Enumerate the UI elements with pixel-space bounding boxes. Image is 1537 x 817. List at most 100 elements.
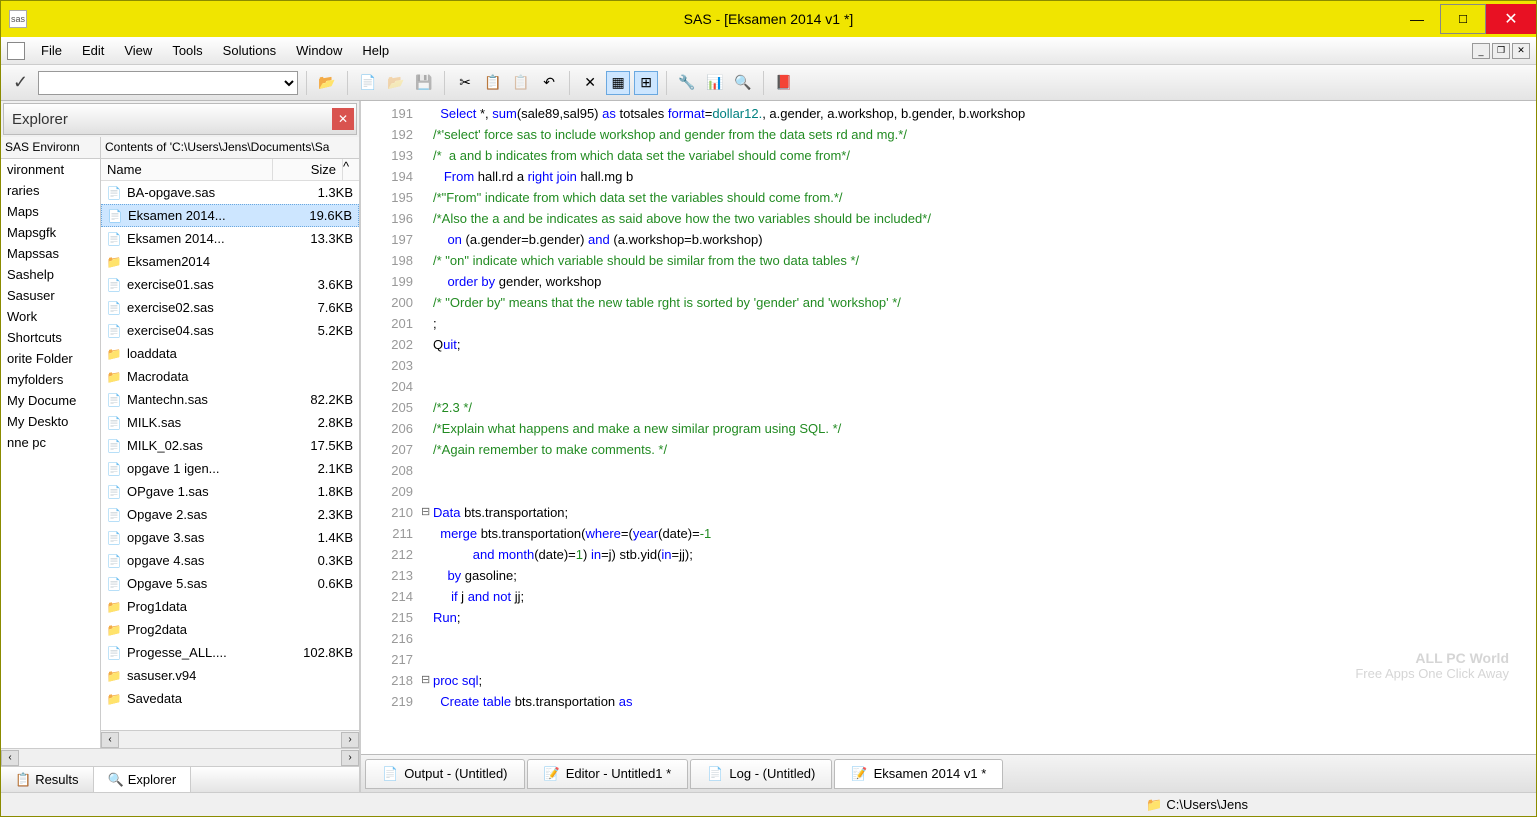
code-line[interactable]: 218⊟proc sql; xyxy=(361,670,1536,691)
scroll-left-icon[interactable]: ‹ xyxy=(101,732,119,748)
file-row[interactable]: 📄Eksamen 2014...13.3KB xyxy=(101,227,359,250)
command-combo[interactable] xyxy=(38,71,298,95)
fold-icon[interactable]: ⊟ xyxy=(421,670,433,691)
env-item[interactable]: orite Folder xyxy=(1,348,100,369)
code-line[interactable]: 197 on (a.gender=b.gender) and (a.worksh… xyxy=(361,229,1536,250)
check-icon[interactable]: ✓ xyxy=(7,72,34,93)
file-row[interactable]: 📄Opgave 2.sas2.3KB xyxy=(101,503,359,526)
file-row[interactable]: 📁Prog1data xyxy=(101,595,359,618)
up-folder-icon[interactable]: 📂 xyxy=(315,71,339,95)
env-item[interactable]: raries xyxy=(1,180,100,201)
file-row[interactable]: 📄opgave 4.sas0.3KB xyxy=(101,549,359,572)
editor-tab[interactable]: 📄Log - (Untitled) xyxy=(690,759,832,789)
copy-icon[interactable]: 📋 xyxy=(481,71,505,95)
tree-view-icon[interactable]: ⊞ xyxy=(634,71,658,95)
files-list[interactable]: 📄BA-opgave.sas1.3KB📄Eksamen 2014...19.6K… xyxy=(101,181,359,730)
file-row[interactable]: 📄Eksamen 2014...19.6KB xyxy=(101,204,359,227)
code-line[interactable]: 211 merge bts.transportation(where=(year… xyxy=(361,523,1536,544)
mdi-minimize-button[interactable]: _ xyxy=(1472,43,1490,59)
editor-tab[interactable]: 📄Output - (Untitled) xyxy=(365,759,525,789)
menu-view[interactable]: View xyxy=(114,39,162,62)
scroll-right-icon[interactable]: › xyxy=(341,750,359,766)
explorer-close-button[interactable]: ✕ xyxy=(332,108,354,130)
scroll-right-icon[interactable]: › xyxy=(341,732,359,748)
code-line[interactable]: 195 /*"From" indicate from which data se… xyxy=(361,187,1536,208)
clear-icon[interactable]: ✕ xyxy=(578,71,602,95)
explorer-tab-results[interactable]: 📋Results xyxy=(1,767,94,792)
file-row[interactable]: 📁Savedata xyxy=(101,687,359,710)
file-row[interactable]: 📄exercise01.sas3.6KB xyxy=(101,273,359,296)
env-item[interactable]: Mapsgfk xyxy=(1,222,100,243)
env-item[interactable]: Maps xyxy=(1,201,100,222)
col-size-header[interactable]: Size xyxy=(273,159,343,180)
env-item[interactable]: Mapssas xyxy=(1,243,100,264)
env-h-scrollbar[interactable]: ‹ › xyxy=(1,748,359,766)
file-row[interactable]: 📁Eksamen2014 xyxy=(101,250,359,273)
fold-icon[interactable]: ⊟ xyxy=(421,502,433,523)
code-line[interactable]: 199 order by gender, workshop xyxy=(361,271,1536,292)
code-line[interactable]: 217 xyxy=(361,649,1536,670)
code-line[interactable]: 202 Quit; xyxy=(361,334,1536,355)
code-line[interactable]: 205 /*2.3 */ xyxy=(361,397,1536,418)
help-icon[interactable]: 📕 xyxy=(772,71,796,95)
close-button[interactable]: ✕ xyxy=(1486,4,1536,34)
code-line[interactable]: 194 From hall.rd a right join hall.mg b xyxy=(361,166,1536,187)
cut-icon[interactable]: ✂ xyxy=(453,71,477,95)
code-line[interactable]: 214 if j and not jj; xyxy=(361,586,1536,607)
code-line[interactable]: 203 xyxy=(361,355,1536,376)
env-item[interactable]: nne pc xyxy=(1,432,100,453)
file-row[interactable]: 📁Prog2data xyxy=(101,618,359,641)
file-row[interactable]: 📄exercise02.sas7.6KB xyxy=(101,296,359,319)
minimize-button[interactable]: — xyxy=(1394,4,1440,34)
paste-icon[interactable]: 📋 xyxy=(509,71,533,95)
env-item[interactable]: My Docume xyxy=(1,390,100,411)
menu-solutions[interactable]: Solutions xyxy=(213,39,286,62)
code-line[interactable]: 196 /*Also the a and be indicates as sai… xyxy=(361,208,1536,229)
undo-icon[interactable]: ↶ xyxy=(537,71,561,95)
env-item[interactable]: Sashelp xyxy=(1,264,100,285)
file-row[interactable]: 📄BA-opgave.sas1.3KB xyxy=(101,181,359,204)
mdi-restore-button[interactable]: ❐ xyxy=(1492,43,1510,59)
file-row[interactable]: 📄Mantechn.sas82.2KB xyxy=(101,388,359,411)
code-line[interactable]: 212 and month(date)=1) in=j) stb.yid(in=… xyxy=(361,544,1536,565)
code-line[interactable]: 219 Create table bts.transportation as xyxy=(361,691,1536,712)
code-line[interactable]: 215 Run; xyxy=(361,607,1536,628)
code-line[interactable]: 208 xyxy=(361,460,1536,481)
mdi-close-button[interactable]: ✕ xyxy=(1512,43,1530,59)
env-item[interactable]: myfolders xyxy=(1,369,100,390)
editor-tab[interactable]: 📝Eksamen 2014 v1 * xyxy=(834,759,1003,789)
code-line[interactable]: 209 xyxy=(361,481,1536,502)
open-icon[interactable]: 📂 xyxy=(384,71,408,95)
tool-icon-1[interactable]: 🔧 xyxy=(675,71,699,95)
file-row[interactable]: 📁loaddata xyxy=(101,342,359,365)
file-row[interactable]: 📄exercise04.sas5.2KB xyxy=(101,319,359,342)
scroll-left-icon[interactable]: ‹ xyxy=(1,750,19,766)
app-icon[interactable] xyxy=(7,42,25,60)
env-item[interactable]: My Deskto xyxy=(1,411,100,432)
file-row[interactable]: 📄OPgave 1.sas1.8KB xyxy=(101,480,359,503)
col-name-header[interactable]: Name xyxy=(101,159,273,180)
editor-tab[interactable]: 📝Editor - Untitled1 * xyxy=(527,759,689,789)
env-item[interactable]: Shortcuts xyxy=(1,327,100,348)
file-row[interactable]: 📁sasuser.v94 xyxy=(101,664,359,687)
menu-edit[interactable]: Edit xyxy=(72,39,114,62)
code-editor[interactable]: 191 Select *, sum(sale89,sal95) as totsa… xyxy=(361,101,1536,754)
env-item[interactable]: vironment xyxy=(1,159,100,180)
file-row[interactable]: 📄opgave 3.sas1.4KB xyxy=(101,526,359,549)
tool-icon-3[interactable]: 🔍 xyxy=(731,71,755,95)
tool-icon-2[interactable]: 📊 xyxy=(703,71,727,95)
file-row[interactable]: 📄MILK.sas2.8KB xyxy=(101,411,359,434)
env-item[interactable]: Sasuser xyxy=(1,285,100,306)
file-row[interactable]: 📄opgave 1 igen...2.1KB xyxy=(101,457,359,480)
file-row[interactable]: 📄MILK_02.sas17.5KB xyxy=(101,434,359,457)
menu-help[interactable]: Help xyxy=(352,39,399,62)
code-line[interactable]: 192 /*'select' force sas to include work… xyxy=(361,124,1536,145)
file-row[interactable]: 📁Macrodata xyxy=(101,365,359,388)
code-line[interactable]: 213 by gasoline; xyxy=(361,565,1536,586)
file-row[interactable]: 📄Opgave 5.sas0.6KB xyxy=(101,572,359,595)
menu-window[interactable]: Window xyxy=(286,39,352,62)
new-icon[interactable]: 📄 xyxy=(356,71,380,95)
file-row[interactable]: 📄Progesse_ALL....102.8KB xyxy=(101,641,359,664)
code-line[interactable]: 198 /* "on" indicate which variable shou… xyxy=(361,250,1536,271)
menu-tools[interactable]: Tools xyxy=(162,39,212,62)
